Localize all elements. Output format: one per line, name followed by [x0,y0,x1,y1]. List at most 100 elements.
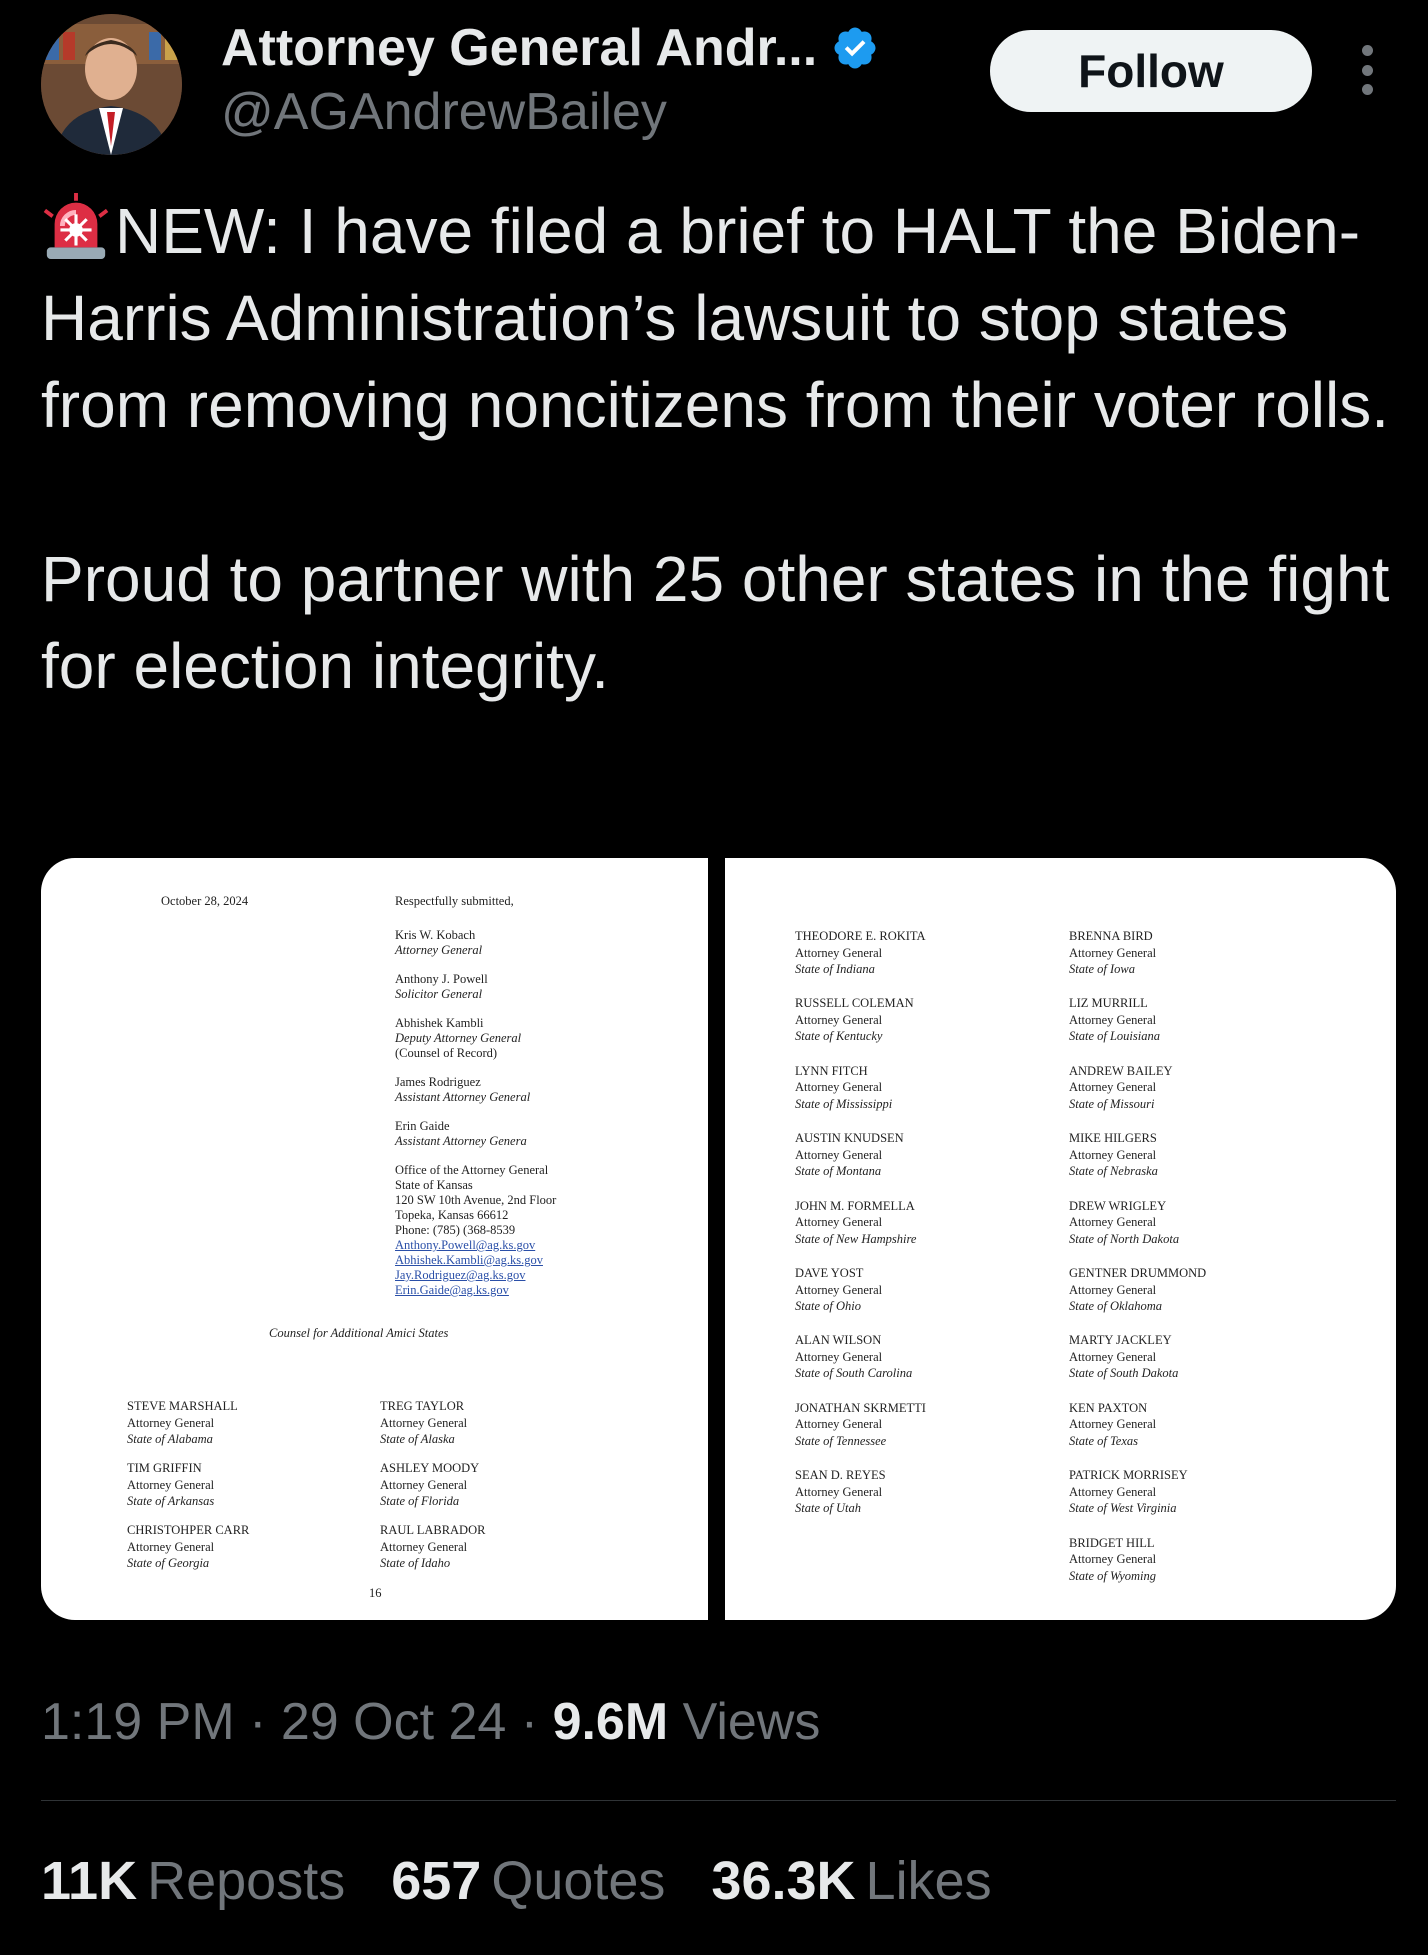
signatory-role: Attorney General [795,945,883,960]
signatory: AUSTIN KNUDSEN Attorney General State of M… [795,1130,904,1180]
signatory: STEVE MARSHALL Attorney General State of A… [127,1398,238,1448]
signatory-role: Attorney General [795,1012,883,1027]
counsel-name: James Rodriguez [395,1075,481,1089]
signatory-state: State of Arkansas [127,1494,215,1508]
signatory-state: State of Texas [1069,1433,1138,1448]
signatory-name: CHRISTOHPER CARR [127,1523,250,1537]
signatory-name: SEAN D. REYES [795,1468,886,1483]
signatory: GENTNER DRUMMOND Attorney General State of… [1069,1265,1206,1315]
document-page-1[interactable]: October 28, 2024 Respectfully submitted,… [41,858,708,1620]
signatory-state: State of Tennessee [795,1433,887,1448]
signatory: JONATHAN SKRMETTI Attorney General State o… [795,1400,926,1450]
signatory-state: State of Utah [795,1501,861,1516]
profile-avatar[interactable] [41,14,182,155]
signatory-state: State of New Hampshire [795,1231,917,1246]
office-address: Office of the Attorney General State of K… [395,1163,556,1298]
user-handle[interactable]: @AGAndrewBailey [221,82,667,142]
signatory-state: State of Georgia [127,1556,210,1570]
doc-counsel-for: Counsel for Additional Amici States [269,1326,449,1340]
email-link[interactable]: Anthony.Powell@ag.ks.gov [395,1238,556,1253]
signatory-state: State of South Dakota [1069,1366,1179,1381]
signatory-state: State of Louisiana [1069,1029,1160,1044]
likes-label[interactable]: Likes [866,1851,992,1911]
avatar-photo-icon [41,14,182,155]
counsel-title: Assistant Attorney Genera [395,1134,527,1148]
signatory: RAUL LABRADOR Attorney General State of Id… [380,1522,485,1572]
name-row: Attorney General Andr... [221,18,879,78]
tweet-timestamp: 1:19 PM · 29 Oct 24 · 9.6M Views [41,1693,821,1751]
signatory-name: DAVE YOST [795,1266,864,1280]
views-count: 9.6M [552,1693,669,1751]
signatory-role: Attorney General [795,1282,883,1297]
tweet-date[interactable]: 29 Oct 24 [281,1693,506,1751]
counsel-name: Erin Gaide [395,1119,450,1133]
counsel-name: Kris W. Kobach [395,928,476,942]
doc-date: October 28, 2024 [161,894,249,908]
display-name[interactable]: Attorney General Andr... [221,18,817,78]
tweet-time[interactable]: 1:19 PM [41,1693,235,1751]
signatory-name: RUSSELL COLEMAN [795,996,914,1011]
signatory: KEN PAXTON Attorney General State of Texas [1069,1400,1156,1450]
signatory-role: Attorney General [795,1215,883,1230]
signatory-name: LIZ MURRILL [1069,996,1148,1011]
verified-badge-icon [834,27,876,69]
signatory-state: State of Missouri [1069,1096,1155,1111]
counsel-title: Attorney General [395,943,483,957]
signatory-name: LYNN FITCH [795,1063,868,1078]
tweet-media[interactable]: October 28, 2024 Respectfully submitted,… [41,858,1396,1620]
email-link[interactable]: Jay.Rodriguez@ag.ks.gov [395,1268,556,1283]
quotes-label[interactable]: Quotes [491,1851,665,1911]
signatory-role: Attorney General [1069,1282,1157,1297]
signatory-role: Attorney General [1069,1417,1157,1432]
signatory-name: BRIDGET HILL [1069,1535,1155,1550]
signatory-state: State of Alaska [380,1432,455,1446]
signatory-role: Attorney General [1069,1080,1157,1095]
signatory: ANDREW BAILEY Attorney General State of Mi… [1069,1063,1173,1113]
office-line: Phone: (785) (368-8539 [395,1223,516,1237]
signatory-name: JOHN M. FORMELLA [795,1198,915,1213]
signatory-state: State of Iowa [1069,962,1135,976]
counsel-entry: Abhishek Kambli Deputy Attorney General (C… [395,1016,556,1061]
signatory-role: Attorney General [795,1417,883,1432]
signatory-role: Attorney General [1069,1349,1157,1364]
office-line: 120 SW 10th Avenue, 2nd Floor [395,1193,557,1207]
signatory-name: KEN PAXTON [1069,1400,1148,1415]
signatory: LIZ MURRILL Attorney General State of Loui… [1069,995,1160,1045]
counsel-title: Solicitor General [395,987,483,1001]
signatory: MIKE HILGERS Attorney General State of Neb… [1069,1130,1158,1180]
reposts-label[interactable]: Reposts [147,1851,345,1911]
tweet-header: Attorney General Andr... @AGAndrewBailey… [0,0,1428,160]
signatory-name: DREW WRIGLEY [1069,1198,1167,1213]
signatory-state: State of Idaho [380,1556,451,1570]
signatory-role: Attorney General [795,1080,883,1095]
signatory-name: TIM GRIFFIN [127,1461,202,1475]
signatory: RUSSELL COLEMAN Attorney General State of … [795,995,914,1045]
office-line: State of Kansas [395,1178,473,1192]
counsel-entry: Anthony J. Powell Solicitor General [395,972,556,1002]
counsel-note: (Counsel of Record) [395,1046,498,1060]
signatory-role: Attorney General [1069,1484,1157,1499]
signatory-state: State of Nebraska [1069,1164,1158,1179]
signatory-state: State of Florida [380,1494,460,1508]
signatory-state: State of Oklahoma [1069,1299,1163,1313]
signatory: PATRICK MORRISEY Attorney General State of… [1069,1467,1188,1517]
signatory-name: THEODORE E. ROKITA [795,929,926,943]
document-page-2[interactable]: THEODORE E. ROKITA Attorney General State … [725,858,1396,1620]
more-options-icon[interactable] [1352,45,1382,95]
doc-submitted: Respectfully submitted, [395,894,514,908]
signatory: BRENNA BIRD Attorney General State of Iowa [1069,928,1156,978]
signatory-role: Attorney General [380,1539,468,1554]
signatory-state: State of Indiana [795,962,875,976]
signatory-role: Attorney General [380,1477,468,1492]
signatory: JOHN M. FORMELLA Attorney General State of… [795,1198,916,1248]
reposts-count[interactable]: 11K [41,1851,137,1911]
signatory-name: ALAN WILSON [795,1333,882,1348]
follow-button[interactable]: Follow [990,30,1312,112]
quotes-count[interactable]: 657 [391,1851,481,1911]
police-light-emoji-icon [43,192,109,260]
email-link[interactable]: Erin.Gaide@ag.ks.gov [395,1283,556,1298]
signatory-role: Attorney General [795,1484,883,1499]
email-link[interactable]: Abhishek.Kambli@ag.ks.gov [395,1253,556,1268]
signatory: SEAN D. REYES Attorney General State of Ut… [795,1467,886,1517]
likes-count[interactable]: 36.3K [711,1851,855,1911]
